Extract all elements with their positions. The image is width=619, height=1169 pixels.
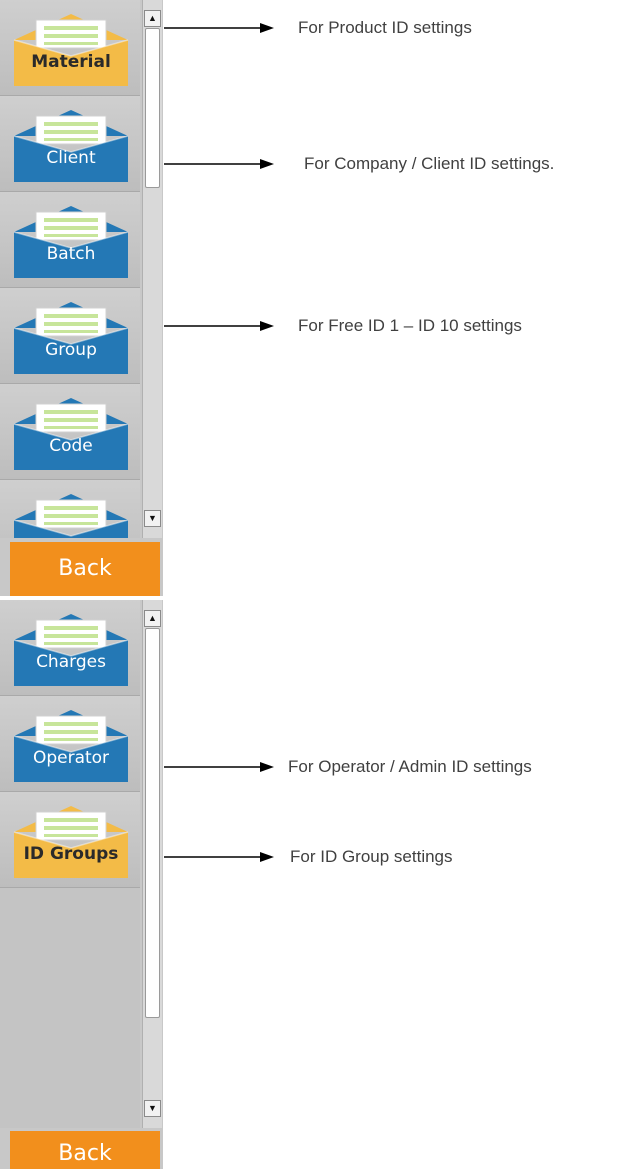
arrow-right-icon: [164, 321, 274, 331]
scrollbar[interactable]: ▲ ▼: [142, 600, 162, 1128]
arrow-right-icon: [164, 23, 274, 33]
scroll-up-button[interactable]: ▲: [144, 10, 161, 27]
annotation-text: For Product ID settings: [298, 18, 472, 37]
scroll-down-button[interactable]: ▼: [144, 1100, 161, 1117]
scrollbar[interactable]: ▲ ▼: [142, 0, 162, 538]
scroll-down-button[interactable]: ▼: [144, 510, 161, 527]
annotation-text: For Free ID 1 – ID 10 settings: [298, 316, 522, 335]
annotation-operator-id: For Operator / Admin ID settings: [164, 755, 619, 779]
menu-item-code[interactable]: Code: [0, 384, 140, 480]
arrow-right-icon: [164, 159, 274, 169]
menu-item-charges[interactable]: Charges: [0, 600, 140, 696]
annotation-text: For Operator / Admin ID settings: [288, 757, 532, 776]
menu-item-label: Group: [45, 340, 97, 360]
menu-item-partial[interactable]: [0, 480, 140, 538]
annotation-id-groups: For ID Group settings: [164, 845, 619, 869]
menu-item-client[interactable]: Client: [0, 96, 140, 192]
scroll-thumb[interactable]: [145, 28, 160, 188]
menu-item-id-groups[interactable]: ID Groups: [0, 792, 140, 888]
menu-item-material[interactable]: Material: [0, 0, 140, 96]
annotation-client-id: For Company / Client ID settings.: [164, 152, 619, 176]
envelope-open-blue-icon: [10, 394, 132, 472]
envelope-open-blue-icon: [10, 490, 132, 538]
menu-item-label: ID Groups: [23, 844, 119, 864]
annotation-free-id: For Free ID 1 – ID 10 settings: [164, 314, 619, 338]
envelope-open-yellow-icon: [10, 10, 132, 88]
scroll-up-button[interactable]: ▲: [144, 610, 161, 627]
back-button[interactable]: Back: [10, 542, 160, 596]
envelope-open-blue-icon: [10, 298, 132, 376]
envelope-open-blue-icon: [10, 610, 132, 688]
envelope-open-blue-icon: [10, 106, 132, 184]
id-menu-list[interactable]: Charges Operator ID Groups: [0, 600, 140, 1128]
menu-item-label: Code: [49, 436, 93, 456]
menu-item-label: Batch: [46, 244, 96, 264]
menu-item-group[interactable]: Group: [0, 288, 140, 384]
arrow-right-icon: [164, 762, 274, 772]
annotation-text: For Company / Client ID settings.: [304, 154, 555, 173]
id-menu-list[interactable]: Material Client Batch Group Code: [0, 0, 140, 538]
id-menu-panel-bottom: Charges Operator ID Groups ▲ ▼ Back: [0, 600, 163, 1169]
menu-item-label: Client: [46, 148, 96, 168]
menu-item-label: Material: [31, 52, 111, 72]
menu-item-batch[interactable]: Batch: [0, 192, 140, 288]
scroll-thumb[interactable]: [145, 628, 160, 1018]
envelope-open-yellow-icon: [10, 802, 132, 880]
arrow-right-icon: [164, 852, 274, 862]
annotation-product-id: For Product ID settings: [164, 16, 619, 40]
menu-item-operator[interactable]: Operator: [0, 696, 140, 792]
envelope-open-blue-icon: [10, 706, 132, 784]
id-menu-panel-top: Material Client Batch Group Code ▲ ▼ Bac…: [0, 0, 163, 596]
annotation-text: For ID Group settings: [290, 847, 453, 866]
back-button[interactable]: Back: [10, 1131, 160, 1169]
menu-item-label: Charges: [36, 652, 106, 672]
envelope-open-blue-icon: [10, 202, 132, 280]
menu-item-label: Operator: [32, 748, 110, 768]
